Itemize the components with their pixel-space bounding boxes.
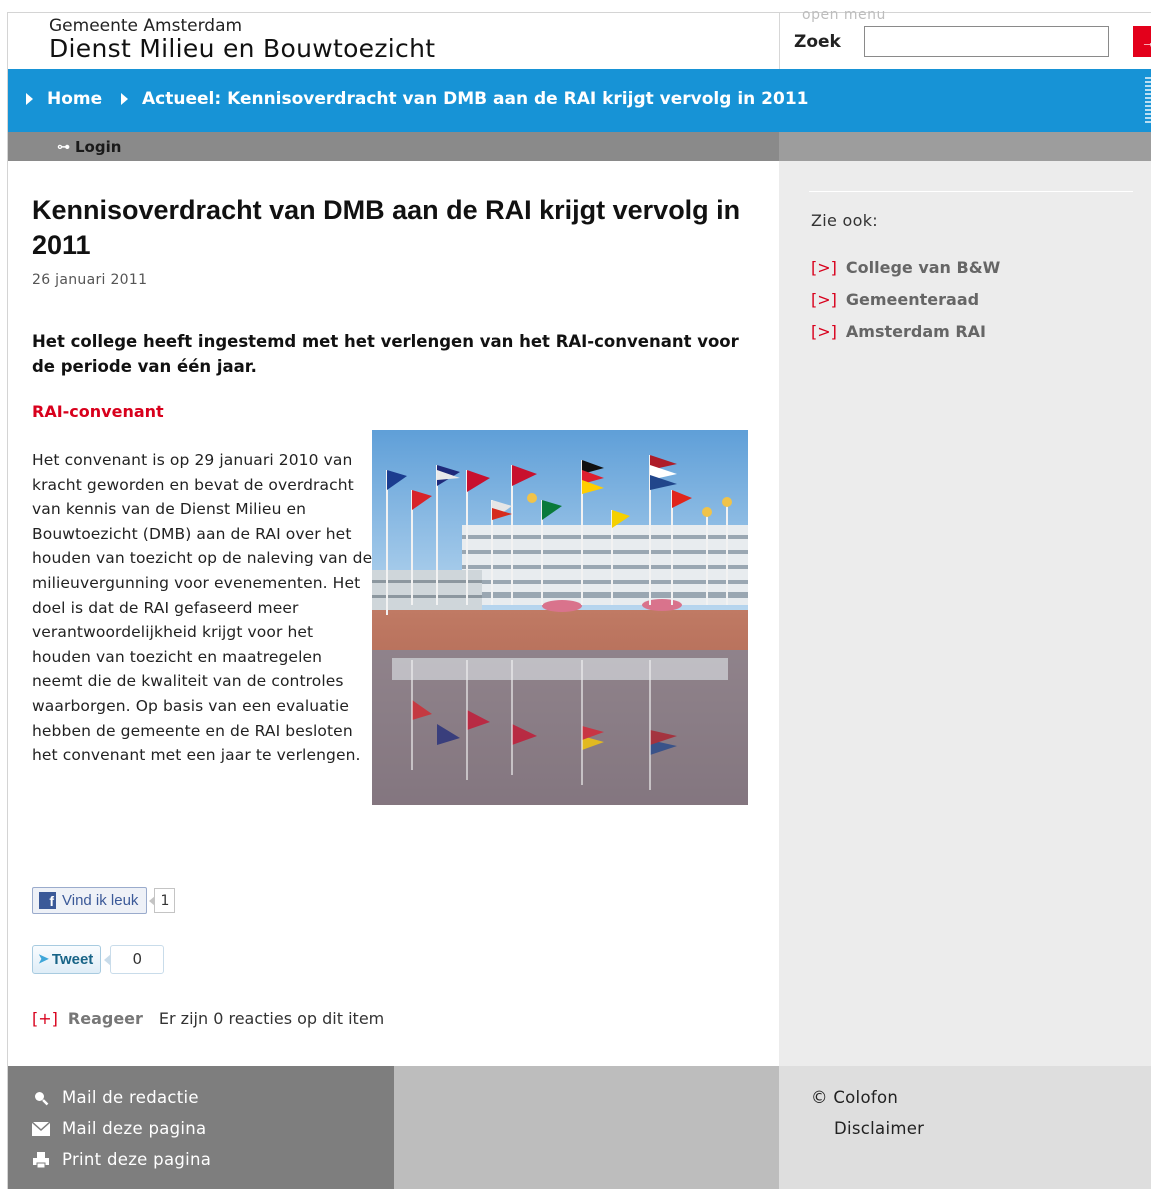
- envelope-icon: [32, 1121, 50, 1137]
- site-header: Gemeente Amsterdam Dienst Milieu en Bouw…: [8, 13, 1151, 69]
- footer-info: © Colofon Disclaimer: [779, 1066, 1151, 1189]
- search-label: Zoek: [794, 32, 841, 52]
- twitter-bird-icon: ➤: [38, 951, 49, 966]
- sidebar-link-label: College van B&W: [845, 258, 1001, 277]
- facebook-like-button[interactable]: f Vind ik leuk: [32, 887, 148, 914]
- print-pagina-label: Print deze pagina: [62, 1150, 212, 1169]
- reageer-link[interactable]: Reageer: [68, 1009, 143, 1028]
- main-content: Kennisoverdracht van DMB aan de RAI krij…: [8, 161, 771, 1066]
- footer-middle: [394, 1066, 779, 1189]
- menu-bar: [779, 132, 1151, 161]
- link-arrow-icon: [>]: [811, 322, 837, 341]
- scroll-edge-marker: [1145, 77, 1151, 125]
- org-name-small: Gemeente Amsterdam: [49, 16, 243, 36]
- sidebar-link-college[interactable]: [>] College van B&W: [811, 258, 1000, 277]
- comments-row: [+] Reageer Er zijn 0 reacties op dit it…: [32, 1009, 384, 1028]
- print-pagina-link[interactable]: Print deze pagina: [32, 1150, 211, 1169]
- facebook-icon: f: [39, 892, 56, 909]
- sidebar-link-label: Amsterdam RAI: [845, 322, 987, 341]
- sidebar-divider: [809, 191, 1133, 192]
- mail-pagina-label: Mail deze pagina: [62, 1119, 207, 1138]
- login-link[interactable]: ⊶ Login: [57, 138, 121, 156]
- open-menu-link[interactable]: open menu: [802, 7, 886, 23]
- comments-count-text: Er zijn 0 reacties op dit item: [158, 1009, 385, 1028]
- facebook-like-widget: f Vind ik leuk 1: [32, 886, 176, 915]
- arrow-right-icon: [121, 93, 128, 105]
- facebook-like-label: Vind ik leuk: [62, 892, 139, 909]
- sidebar: Zie ook: [>] College van B&W [>] Gemeent…: [779, 161, 1151, 1066]
- search-icon: [32, 1090, 50, 1106]
- article-lead: Het college heeft ingestemd met het verl…: [32, 332, 739, 376]
- twitter-widget: ➤ Tweet 0: [32, 944, 165, 974]
- page-title: Kennisoverdracht van DMB aan de RAI krij…: [32, 195, 741, 260]
- breadcrumb: Home Actueel: Kennisoverdracht van DMB a…: [8, 69, 1151, 132]
- facebook-like-count: 1: [149, 888, 176, 913]
- breadcrumb-home[interactable]: Home: [26, 89, 102, 109]
- sidebar-link-amsterdam-rai[interactable]: [>] Amsterdam RAI: [811, 322, 986, 341]
- mail-pagina-link[interactable]: Mail deze pagina: [32, 1119, 206, 1138]
- search-input[interactable]: [864, 26, 1109, 57]
- rai-flags-photo: [372, 430, 748, 805]
- breadcrumb-current[interactable]: Actueel: Kennisoverdracht van DMB aan de…: [121, 89, 809, 109]
- tweet-count: 0: [104, 944, 165, 974]
- sub-navigation-bar: ⊶ Login: [8, 132, 1151, 161]
- article-body: Het convenant is op 29 januari 2010 van …: [32, 451, 373, 765]
- breadcrumb-current-label: Actueel: Kennisoverdracht van DMB aan de…: [142, 89, 809, 109]
- tweet-button[interactable]: ➤ Tweet: [32, 944, 102, 974]
- tweet-label: Tweet: [51, 950, 94, 968]
- header-divider: [779, 13, 780, 69]
- breadcrumb-home-label: Home: [47, 89, 103, 109]
- article-subheading: RAI-convenant: [32, 402, 164, 421]
- expand-icon: [+]: [32, 1009, 58, 1028]
- link-arrow-icon: [>]: [811, 258, 837, 277]
- article-date: 26 januari 2011: [32, 272, 148, 288]
- mail-redactie-link[interactable]: Mail de redactie: [32, 1088, 199, 1107]
- org-name-logo[interactable]: Dienst Milieu en Bouwtoezicht: [49, 34, 435, 63]
- printer-icon: [32, 1151, 50, 1168]
- disclaimer-link[interactable]: Disclaimer: [834, 1119, 924, 1138]
- key-icon: ⊶: [57, 139, 70, 155]
- mail-redactie-label: Mail de redactie: [62, 1088, 199, 1107]
- colofon-link[interactable]: © Colofon: [811, 1088, 898, 1107]
- arrow-right-icon: [26, 93, 33, 105]
- see-also-heading: Zie ook:: [811, 211, 878, 230]
- sidebar-link-gemeenteraad[interactable]: [>] Gemeenteraad: [811, 290, 979, 309]
- search-button[interactable]: →: [1133, 26, 1151, 57]
- login-label: Login: [75, 138, 122, 156]
- sidebar-link-label: Gemeenteraad: [845, 290, 980, 309]
- footer-actions: Mail de redactie Mail deze pagina Print …: [8, 1066, 394, 1189]
- link-arrow-icon: [>]: [811, 290, 837, 309]
- rai-flags-photo-graphic: [372, 430, 748, 805]
